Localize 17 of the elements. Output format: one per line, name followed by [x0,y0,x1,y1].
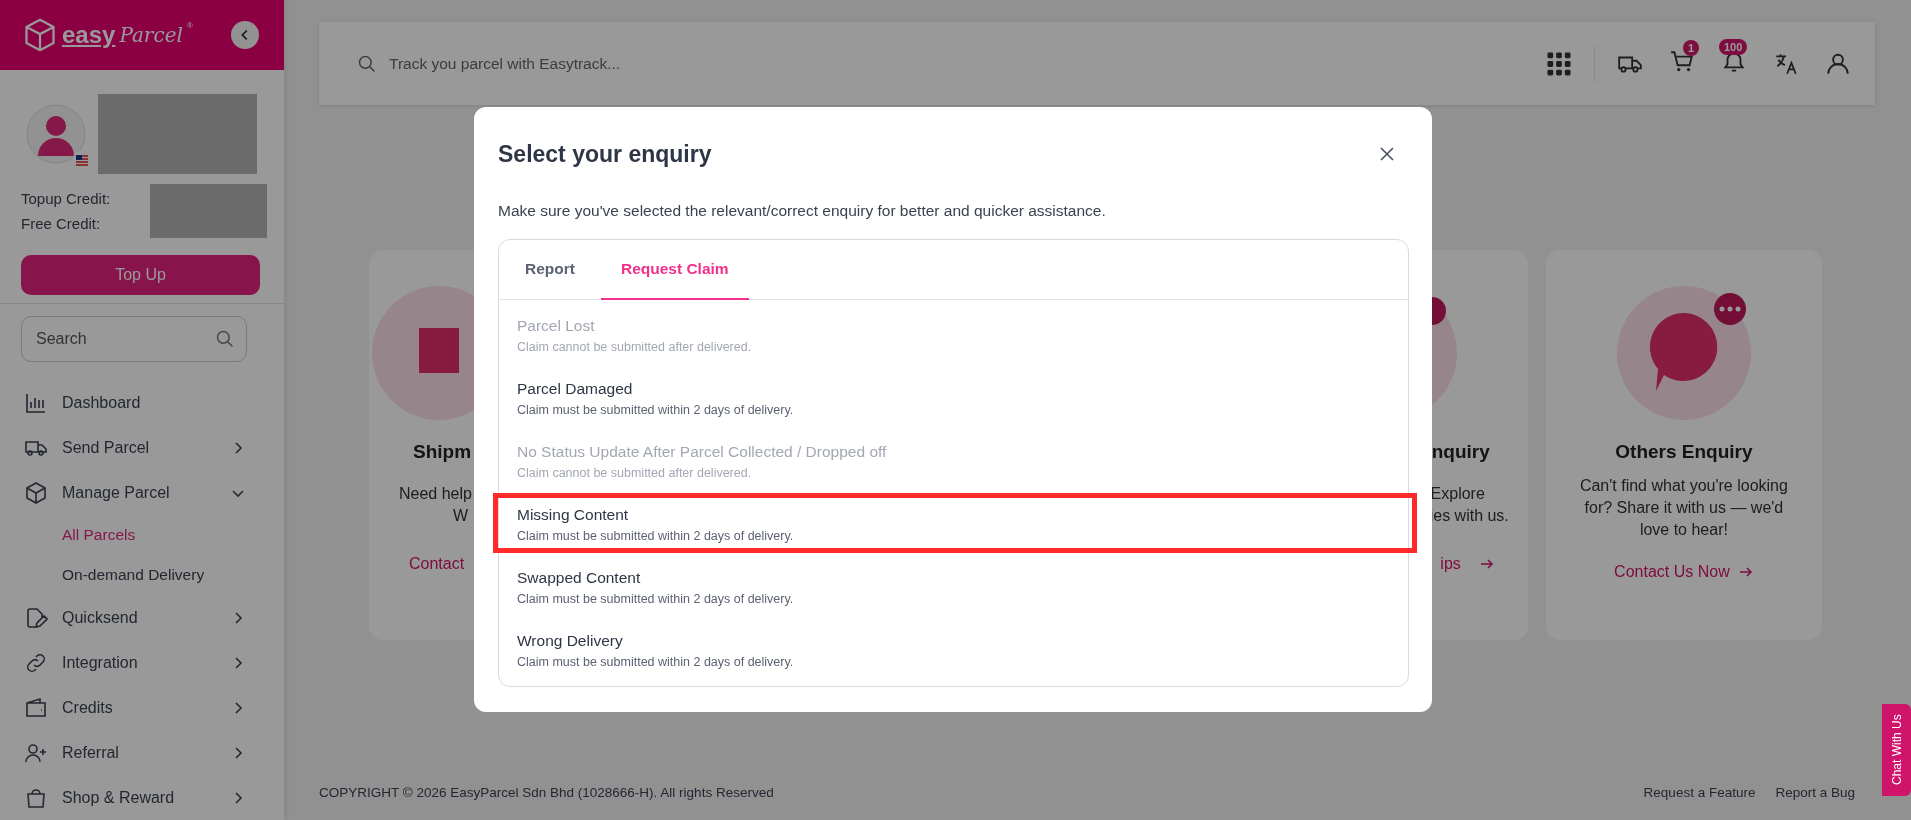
credit-label: Free Credit: [21,214,102,232]
credit-label: Topup Credit: [21,189,111,207]
card-title: Others Enquiry [1615,441,1753,463]
card-title: Shipm [413,441,472,463]
card-description: Need help [399,484,472,504]
registered-mark: ® [186,20,193,30]
cart-count-badge: 1 [1683,39,1700,56]
dialog-subtitle: Make sure you've selected the relevant/correct enquiry for better and quicker assistance. [498,202,1107,221]
card-description: W [453,506,469,526]
card-description: Can't find what you're looking for? Share it with us — we'd love to hear! [1579,476,1788,540]
dialog-title: Select your enquiry [498,140,712,168]
logo-text: easy [62,20,116,49]
card-title: nquiry [1431,441,1490,463]
card-description: Explore [1430,484,1485,504]
copyright-text: COPYRIGHT © 2026 EasyParcel Sdn Bhd (1028666-H). All rights Reserved [319,784,774,800]
notification-count-badge: 100 [1719,38,1748,55]
logo-script-text: Parcel [119,22,183,47]
